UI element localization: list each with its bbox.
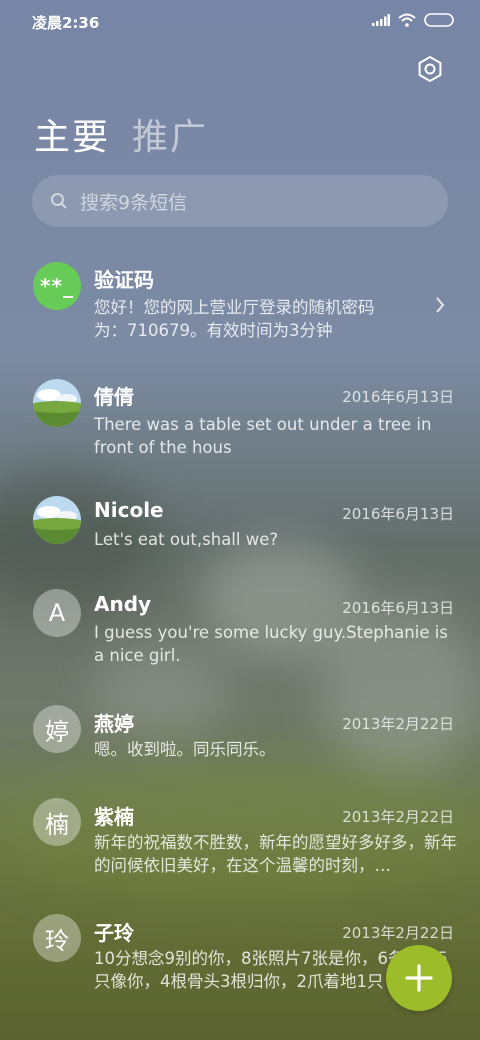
avatar-photo <box>33 496 81 544</box>
message-date: 2016年6月13日 <box>342 388 454 406</box>
landscape-photo-icon <box>33 379 81 427</box>
message-item-qianqian[interactable]: 倩倩 2016年6月13日 There was a table set out … <box>0 375 480 465</box>
search-placeholder: 搜索9条短信 <box>80 191 188 214</box>
avatar-text: 婷 <box>45 717 69 746</box>
new-message-button[interactable] <box>386 945 452 1011</box>
message-preview: 嗯。收到啦。同乐同乐。 <box>94 740 276 759</box>
avatar-text: 楠 <box>45 810 69 839</box>
search-bar[interactable]: 搜索9条短信 <box>32 175 448 227</box>
status-icons <box>372 13 454 27</box>
message-date: 2013年2月22日 <box>342 924 454 942</box>
message-preview: There was a table set out under a tree i… <box>94 415 432 457</box>
chevron-right-icon[interactable] <box>434 295 446 315</box>
message-date: 2016年6月13日 <box>342 505 454 523</box>
message-preview: 新年的祝福数不胜数，新年的愿望好多好多，新年的问候依旧美好，在这个温馨的时刻，… <box>94 833 457 875</box>
avatar-text: 玲 <box>45 926 69 955</box>
message-sender: Andy <box>94 592 152 616</box>
message-item-zinan[interactable]: 楠 紫楠 2013年2月22日 新年的祝福数不胜数，新年的愿望好多好多，新年的问… <box>0 796 480 886</box>
message-date: 2016年6月13日 <box>342 599 454 617</box>
status-time: 凌晨2:36 <box>32 14 100 32</box>
message-date: 2013年2月22日 <box>342 808 454 826</box>
wifi-icon <box>398 13 416 27</box>
avatar-letter: 婷 <box>33 705 81 753</box>
status-bar: 凌晨2:36 <box>0 0 480 44</box>
plus-icon <box>405 964 433 992</box>
message-sender: 验证码 <box>94 268 154 292</box>
avatar-verification: **_ <box>33 262 81 310</box>
signal-icon <box>372 14 390 26</box>
message-item-andy[interactable]: A Andy 2016年6月13日 I guess you're some lu… <box>0 586 480 676</box>
message-item-nicole[interactable]: Nicole 2016年6月13日 Let's eat out,shall we… <box>0 492 480 562</box>
message-sender: Nicole <box>94 498 164 522</box>
avatar-text: A <box>48 599 66 627</box>
message-preview: I guess you're some lucky guy.Stephanie … <box>94 623 448 665</box>
message-sender: 子玲 <box>94 921 134 945</box>
avatar-letter: 玲 <box>33 914 81 962</box>
landscape-photo-icon <box>33 496 81 544</box>
message-sender: 燕婷 <box>94 712 134 736</box>
avatar-text: **_ <box>40 274 74 298</box>
message-sender: 倩倩 <box>94 385 134 409</box>
message-preview: 您好！您的网上营业厅登录的随机密码为：710679。有效时间为3分钟 <box>94 298 375 340</box>
message-sender: 紫楠 <box>94 805 134 829</box>
settings-gear-icon[interactable] <box>415 54 445 84</box>
message-date: 2013年2月22日 <box>342 715 454 733</box>
avatar-letter: A <box>33 589 81 637</box>
search-icon <box>51 193 67 209</box>
message-preview: Let's eat out,shall we? <box>94 530 279 549</box>
avatar-photo <box>33 379 81 427</box>
battery-icon <box>424 13 454 27</box>
message-item-verification[interactable]: **_ 验证码 您好！您的网上营业厅登录的随机密码为：710679。有效时间为3… <box>0 258 480 348</box>
tab-bar: 主要 推广 <box>34 108 208 160</box>
avatar-letter: 楠 <box>33 798 81 846</box>
tab-promotions[interactable]: 推广 <box>132 108 208 160</box>
message-item-yanting[interactable]: 婷 燕婷 2013年2月22日 嗯。收到啦。同乐同乐。 <box>0 703 480 773</box>
tab-primary[interactable]: 主要 <box>34 108 110 160</box>
